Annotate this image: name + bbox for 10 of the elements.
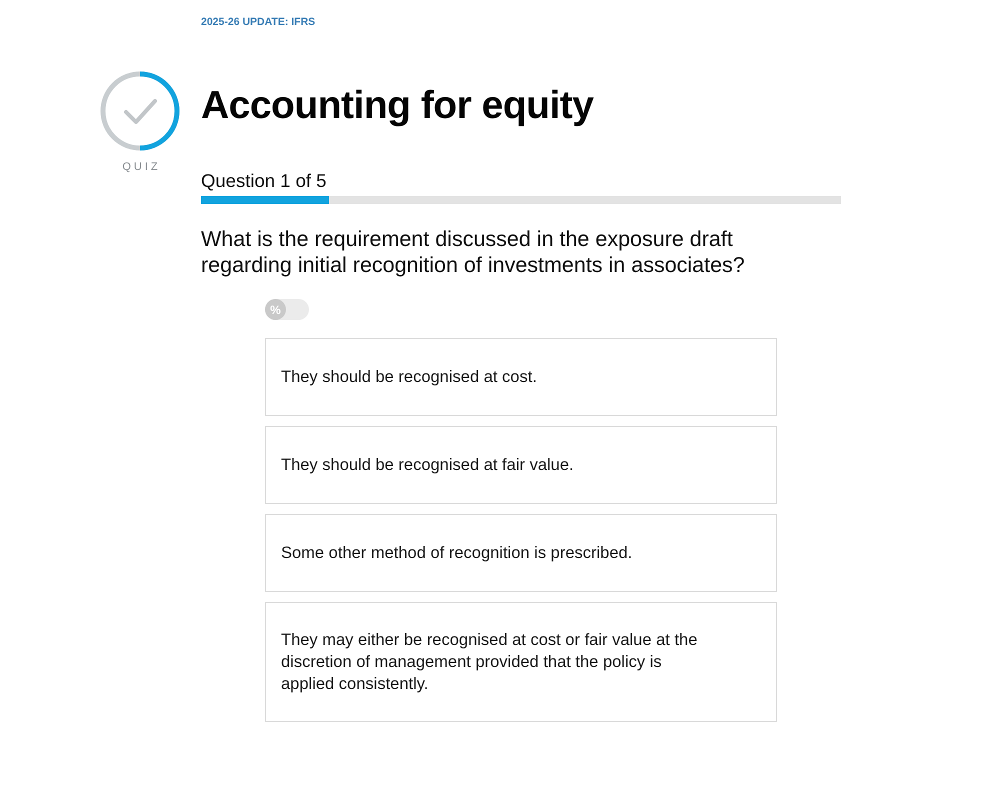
quiz-label: QUIZ — [121, 161, 161, 173]
question-counter: Question 1 of 5 — [201, 170, 328, 192]
answer-option[interactable]: They should be recognised at fair value. — [265, 426, 777, 504]
answer-option[interactable]: Some other method of recognition is prescribed. — [265, 514, 777, 592]
question-text: What is the requirement discussed in the exposure draft regarding initial recognition of investments in associates? — [201, 226, 746, 278]
page-title: Accounting for equity — [201, 83, 595, 129]
course-label: 2025-26 UPDATE: IFRS — [201, 15, 316, 30]
quiz-ring-check-icon — [99, 70, 181, 152]
answer-option[interactable]: They should be recognised at cost. — [265, 338, 777, 416]
answer-option[interactable]: They may either be recognised at cost or fair value at the discretion of management provided that the policy is applied consistently. — [265, 602, 777, 722]
